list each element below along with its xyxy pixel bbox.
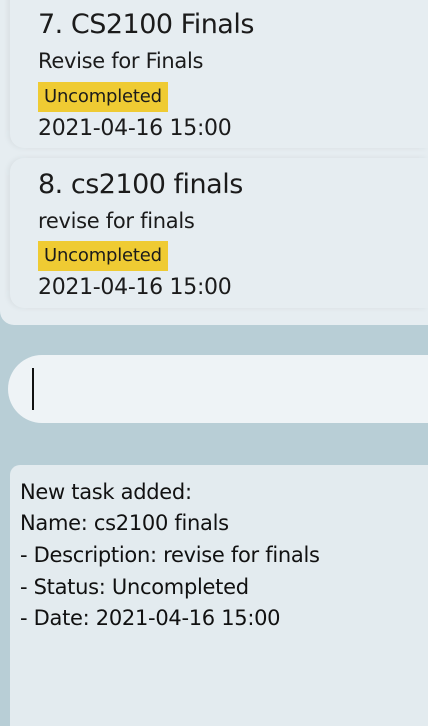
task-date: 2021-04-16 15:00 bbox=[38, 275, 232, 300]
result-line: Name: cs2100 finals bbox=[20, 511, 229, 535]
result-line: New task added: bbox=[20, 480, 192, 504]
status-badge: Uncompleted bbox=[38, 82, 168, 112]
task-date: 2021-04-16 15:00 bbox=[38, 116, 232, 141]
task-description: Revise for Finals bbox=[38, 49, 204, 73]
task-title: 7. CS2100 Finals bbox=[38, 9, 254, 40]
result-line: - Status: Uncompleted bbox=[20, 575, 249, 599]
task-title: 8. cs2100 finals bbox=[38, 169, 243, 200]
result-line: - Description: revise for finals bbox=[20, 543, 320, 567]
task-description: revise for finals bbox=[38, 209, 195, 233]
task-card[interactable]: 8. cs2100 finals revise for finals Uncom… bbox=[10, 158, 428, 308]
task-card[interactable]: 7. CS2100 Finals Revise for Finals Uncom… bbox=[10, 0, 428, 148]
status-badge: Uncompleted bbox=[38, 241, 168, 271]
command-input[interactable] bbox=[8, 355, 428, 423]
text-cursor bbox=[32, 368, 34, 410]
task-list-panel[interactable]: 7. CS2100 Finals Revise for Finals Uncom… bbox=[0, 0, 428, 325]
result-line: - Date: 2021-04-16 15:00 bbox=[20, 606, 281, 630]
result-display: New task added: Name: cs2100 finals - De… bbox=[10, 465, 428, 726]
